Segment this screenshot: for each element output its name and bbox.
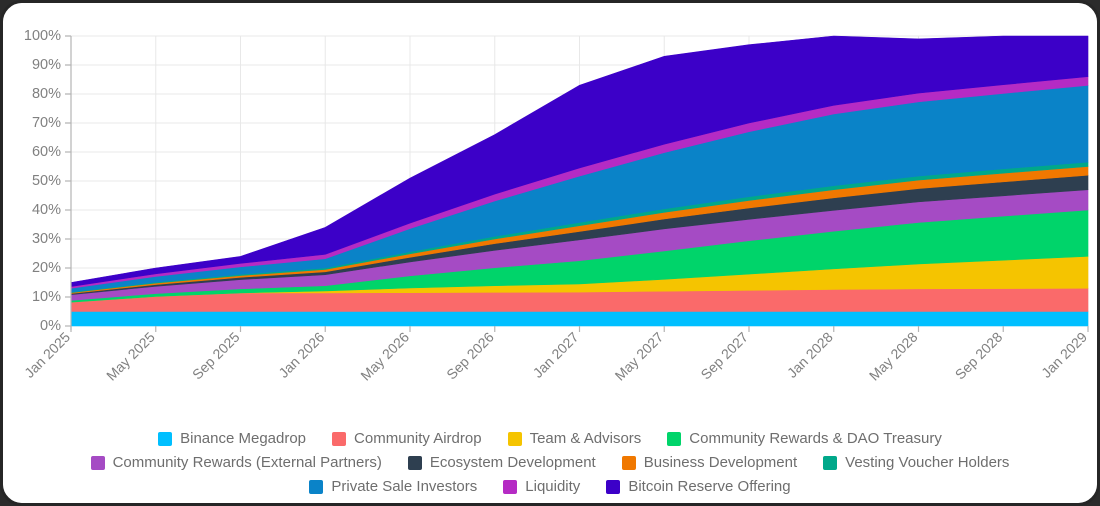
legend-row-3: Private Sale Investors Liquidity Bitcoin R… xyxy=(309,478,791,495)
stacked-area-chart: 0%10%20%30%40%50%60%70%80%90%100%Jan 202… xyxy=(21,28,1090,384)
y-tick-label: 40% xyxy=(32,202,61,218)
legend-swatch-icon xyxy=(503,479,518,494)
legend-swatch-icon xyxy=(606,479,621,494)
legend-item[interactable]: Community Rewards (External Partners) xyxy=(90,454,382,471)
legend-item[interactable]: Community Airdrop xyxy=(332,430,482,447)
x-tick-label: May 2028 xyxy=(866,329,921,384)
x-tick-label: Sep 2026 xyxy=(443,329,497,383)
legend-item[interactable]: Community Rewards & DAO Treasury xyxy=(667,430,942,447)
x-tick-label: May 2027 xyxy=(612,329,667,384)
x-tick-label: Jan 2025 xyxy=(21,329,73,381)
legend-item[interactable]: Liquidity xyxy=(503,478,580,495)
legend-swatch-icon xyxy=(621,455,636,470)
legend-label: Community Rewards (External Partners) xyxy=(112,454,382,471)
area-series-1 xyxy=(70,311,1089,327)
x-tick-label: Jan 2029 xyxy=(1038,329,1090,381)
legend-label: Ecosystem Development xyxy=(429,454,596,471)
y-tick-label: 10% xyxy=(32,289,61,305)
legend-label: Bitcoin Reserve Offering xyxy=(628,478,791,495)
y-tick-label: 20% xyxy=(32,260,61,276)
y-tick-label: 100% xyxy=(24,28,61,44)
x-tick-label: Sep 2025 xyxy=(189,329,243,383)
legend-swatch-icon xyxy=(158,431,173,446)
x-tick-label: Jan 2027 xyxy=(530,329,582,381)
legend-row-1: Binance Megadrop Community Airdrop Team & … xyxy=(158,430,942,447)
x-tick-label: Sep 2028 xyxy=(952,329,1006,383)
chart-legend: Binance Megadrop Community Airdrop Team & … xyxy=(3,430,1097,495)
legend-label: Vesting Voucher Holders xyxy=(845,454,1010,471)
legend-swatch-icon xyxy=(667,431,682,446)
x-tick-label: Jan 2026 xyxy=(275,329,327,381)
y-tick-label: 50% xyxy=(32,173,61,189)
legend-label: Private Sale Investors xyxy=(331,478,478,495)
legend-label: Liquidity xyxy=(525,478,581,495)
legend-item[interactable]: Business Development xyxy=(621,454,798,471)
y-tick-label: 70% xyxy=(32,115,61,131)
legend-label: Community Airdrop xyxy=(354,430,482,447)
y-tick-label: 80% xyxy=(32,86,61,102)
y-tick-label: 90% xyxy=(32,57,61,73)
legend-item[interactable]: Vesting Voucher Holders xyxy=(823,454,1009,471)
legend-label: Community Rewards & DAO Treasury xyxy=(689,430,942,447)
y-tick-label: 30% xyxy=(32,231,61,247)
legend-item[interactable]: Bitcoin Reserve Offering xyxy=(606,478,791,495)
legend-swatch-icon xyxy=(823,455,838,470)
legend-label: Team & Advisors xyxy=(529,430,642,447)
x-tick-label: May 2026 xyxy=(357,329,412,384)
chart-window: 0% 10% 20% 30% 40% 50% 60% 70% 80% 90% 100% Jan 202… xyxy=(0,0,1100,506)
legend-swatch-icon xyxy=(309,479,324,494)
legend-row-2: Community Rewards (External Partners) Eco… xyxy=(90,454,1009,471)
legend-swatch-icon xyxy=(507,431,522,446)
legend-item[interactable]: Binance Megadrop xyxy=(158,430,306,447)
legend-item[interactable]: Team & Advisors xyxy=(507,430,642,447)
legend-swatch-icon xyxy=(407,455,422,470)
x-tick-label: May 2025 xyxy=(103,329,158,384)
legend-label: Business Development xyxy=(643,454,798,471)
legend-swatch-icon xyxy=(90,455,105,470)
legend-item[interactable]: Ecosystem Development xyxy=(407,454,596,471)
x-tick-label: Jan 2028 xyxy=(784,329,836,381)
legend-swatch-icon xyxy=(332,431,347,446)
legend-item[interactable]: Private Sale Investors xyxy=(309,478,477,495)
legend-label: Binance Megadrop xyxy=(180,430,307,447)
y-tick-label: 60% xyxy=(32,144,61,160)
x-tick-label: Sep 2027 xyxy=(697,329,751,383)
